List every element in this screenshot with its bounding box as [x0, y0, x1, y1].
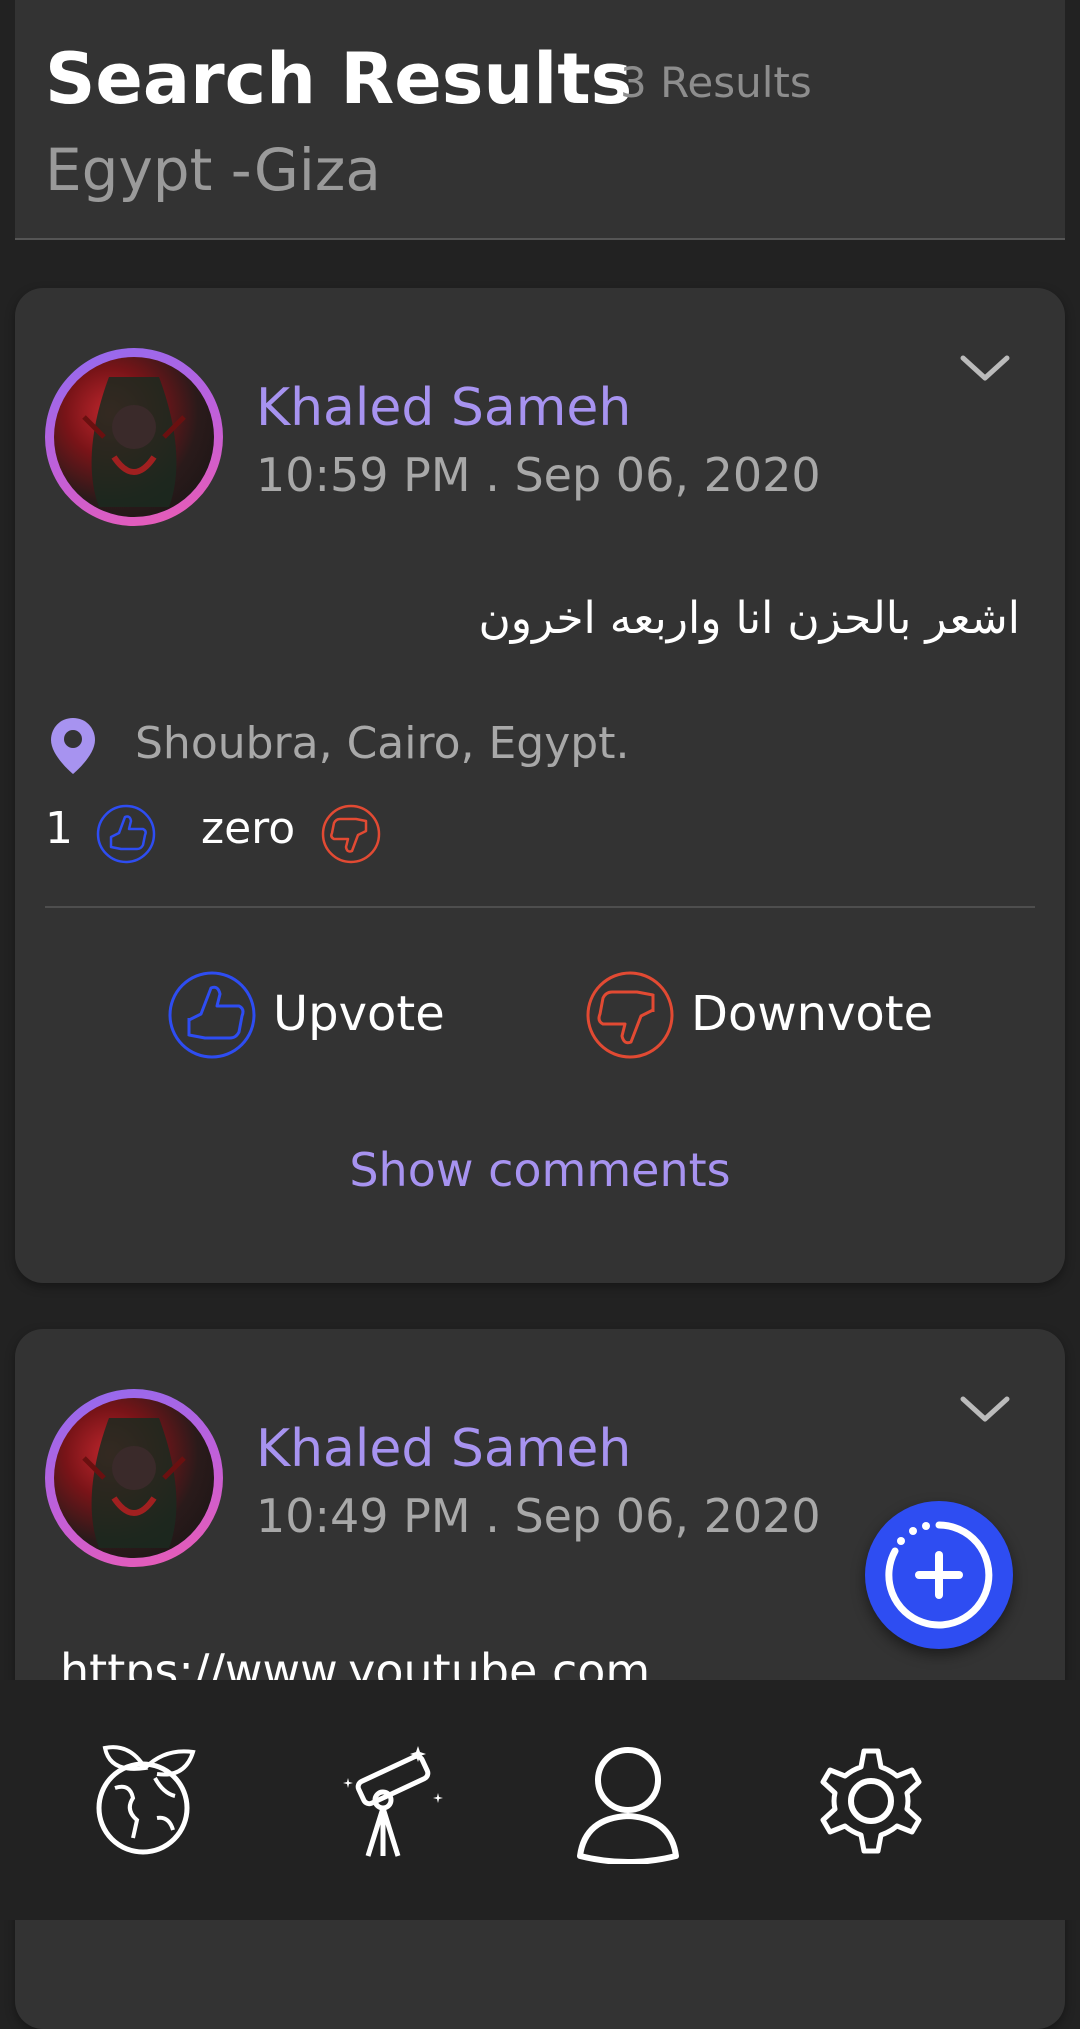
- downvote-label: Downvote: [691, 986, 934, 1042]
- upvote-button[interactable]: Upvote: [165, 968, 455, 1068]
- search-header: Search Results 3 Results Egypt -Giza: [15, 0, 1065, 240]
- result-count: 3 Results: [620, 58, 812, 107]
- bottom-navigation: [0, 1680, 1080, 1920]
- downvote-count: zero: [201, 803, 296, 854]
- location-pin-icon: [51, 718, 95, 774]
- avatar[interactable]: [45, 1389, 223, 1567]
- user-icon[interactable]: [565, 1738, 691, 1864]
- show-comments-link[interactable]: Show comments: [15, 1143, 1065, 1197]
- chevron-down-icon[interactable]: [955, 348, 1015, 388]
- post-card: Khaled Sameh 10:59 PM . Sep 06, 2020 اشع…: [15, 288, 1065, 1283]
- thumbs-up-icon: [96, 804, 156, 864]
- card-divider: [45, 906, 1035, 908]
- downvote-button[interactable]: Downvote: [583, 968, 943, 1068]
- telescope-icon[interactable]: [328, 1738, 454, 1864]
- avatar[interactable]: [45, 348, 223, 526]
- earth-leaf-icon[interactable]: [85, 1738, 211, 1864]
- search-query: Egypt -Giza: [45, 136, 381, 204]
- thumbs-up-icon: [168, 971, 256, 1059]
- upvote-count: 1: [45, 803, 73, 854]
- post-location: Shoubra, Cairo, Egypt.: [135, 718, 630, 769]
- post-timestamp: 10:49 PM . Sep 06, 2020: [256, 1489, 821, 1543]
- post-card: Khaled Sameh 10:49 PM . Sep 06, 2020 htt…: [15, 1329, 1065, 2029]
- chevron-down-icon[interactable]: [955, 1389, 1015, 1429]
- avatar-image: [54, 1398, 214, 1558]
- thumbs-down-icon: [321, 804, 381, 864]
- avatar-image: [54, 357, 214, 517]
- post-timestamp: 10:59 PM . Sep 06, 2020: [256, 448, 821, 502]
- add-post-icon: [885, 1521, 993, 1629]
- post-author[interactable]: Khaled Sameh: [256, 1419, 631, 1479]
- add-post-button[interactable]: [865, 1501, 1013, 1649]
- post-author[interactable]: Khaled Sameh: [256, 378, 631, 438]
- gear-icon[interactable]: [808, 1738, 934, 1864]
- thumbs-down-icon: [586, 971, 674, 1059]
- post-text: اشعر بالحزن انا واربعه اخرون: [478, 593, 1020, 644]
- upvote-label: Upvote: [273, 986, 445, 1042]
- page-title: Search Results: [45, 38, 633, 120]
